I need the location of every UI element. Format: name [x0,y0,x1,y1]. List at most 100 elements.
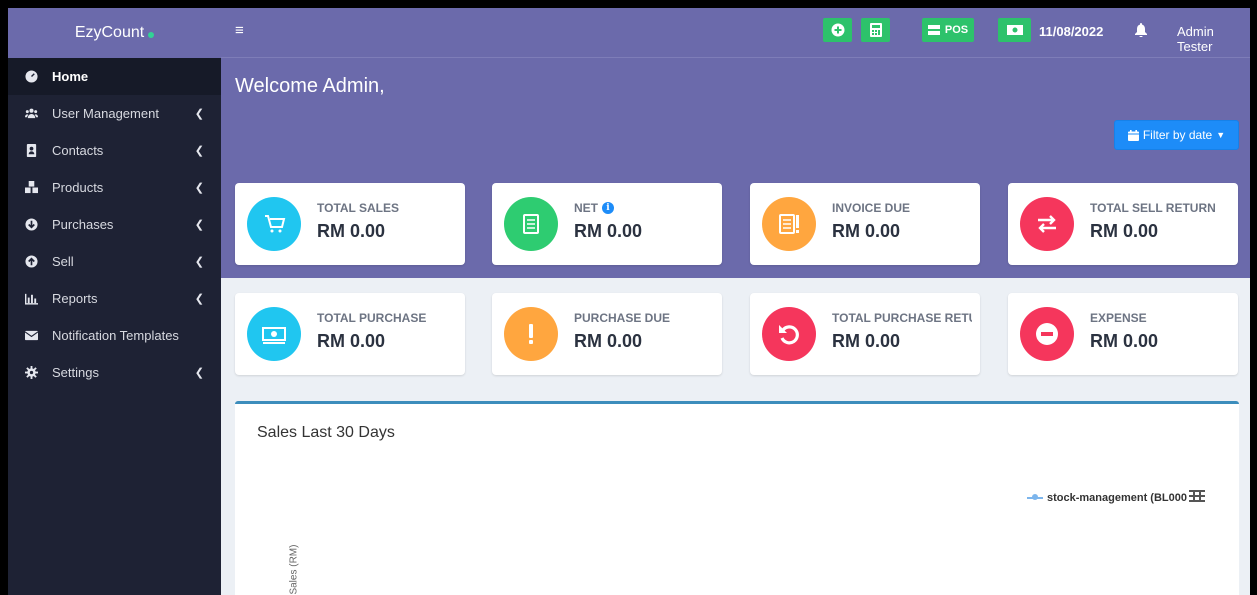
stat-card-total-sales: TOTAL SALES RM 0.00 [235,183,465,265]
chart-legend-item[interactable]: stock-management (BL000 [1027,492,1187,504]
sidebar-item-user-management[interactable]: User Management ❮ [8,95,221,132]
arrow-circle-up-icon [25,255,38,268]
stat-label-text: INVOICE DUE [832,201,911,215]
sidebar-item-label: Sell [52,254,74,269]
y-axis-label: Total Sales (RM) [288,544,300,595]
stat-value: RM 0.00 [317,331,386,351]
chevron-left-icon: ❮ [194,367,204,379]
users-icon [25,107,38,120]
exclamation-icon [504,307,558,361]
stat-value: RM 0.00 [1090,221,1159,241]
chevron-left-icon: ❮ [194,182,204,194]
stat-label-text: NET [574,201,598,215]
stat-value: RM 0.00 [574,331,643,351]
add-button[interactable] [823,18,852,42]
sidebar-item-label: Settings [52,365,99,380]
pos-icon [927,25,940,35]
dashboard-icon [25,70,38,83]
stat-label: INVOICE DUE [832,201,972,215]
sidebar-item-reports[interactable]: Reports ❮ [8,280,221,317]
stat-label: PURCHASE DUE [574,311,714,325]
money-bill-icon [1006,25,1023,35]
minus-circle-icon [1020,307,1074,361]
info-icon[interactable]: i [602,202,614,214]
plus-circle-icon [831,23,844,37]
stat-label: TOTAL PURCHASE [317,311,457,325]
chevron-left-icon: ❮ [194,145,204,157]
stat-card-total-purchase-return: TOTAL PURCHASE RETURN RM 0.00 [750,293,980,375]
stat-card-net: NET i RM 0.00 [492,183,722,265]
stat-label: TOTAL SELL RETURN [1090,201,1230,215]
address-book-icon [25,144,38,157]
cash-register-button[interactable] [998,18,1031,42]
stat-label: NET i [574,201,714,215]
calculator-icon [869,23,882,37]
stat-label-text: TOTAL SELL RETURN [1090,201,1216,215]
sidebar-item-label: Products [52,180,104,195]
stat-value: RM 0.00 [832,331,901,351]
app-frame: EzyCount Home User Management ❮ Contacts ❮ Pr… [8,8,1250,595]
stat-value: RM 0.00 [832,221,901,241]
sidebar-item-label: Contacts [52,143,104,158]
topbar: ≡ POS 11/08/2022 Admin Tester [221,8,1250,58]
chevron-left-icon: ❮ [194,108,204,120]
sidebar-item-products[interactable]: Products ❮ [8,169,221,206]
chevron-left-icon: ❮ [194,293,204,305]
sidebar-item-settings[interactable]: Settings ❮ [8,354,221,391]
money-icon [247,307,301,361]
pos-label: POS [944,24,969,36]
stat-card-purchase-due: PURCHASE DUE RM 0.00 [492,293,722,375]
sidebar-item-home[interactable]: Home [8,58,221,95]
stat-label-text: EXPENSE [1090,311,1147,325]
pos-button[interactable]: POS [922,18,974,42]
sidebar-item-purchases[interactable]: Purchases ❮ [8,206,221,243]
brand-name: EzyCount [74,24,145,41]
cart-icon [247,197,301,251]
filter-by-date-button[interactable]: Filter by date ▼ [1114,120,1239,150]
arrow-circle-down-icon [25,218,38,231]
sidebar-item-label: User Management [52,106,159,121]
legend-marker [1027,494,1043,500]
hamburger-menu-icon[interactable]: ≡ [235,22,244,39]
stat-label-text: TOTAL PURCHASE RETURN [832,311,972,325]
sidebar-item-label: Home [52,69,89,84]
calendar-icon [1127,129,1139,141]
brand-logo[interactable]: EzyCount [8,8,221,58]
stat-card-total-sell-return: TOTAL SELL RETURN RM 0.00 [1008,183,1238,265]
cog-icon [25,366,38,379]
invoice-alert-icon [762,197,816,251]
filter-label: Filter by date [1142,128,1213,142]
list-icon [504,197,558,251]
chart-title: Sales Last 30 Days [257,424,395,441]
online-dot [148,32,155,38]
sidebar-item-contacts[interactable]: Contacts ❮ [8,132,221,169]
stat-label-text: TOTAL SALES [317,201,400,215]
stat-card-invoice-due: INVOICE DUE RM 0.00 [750,183,980,265]
stat-label: EXPENSE [1090,311,1230,325]
bar-chart-icon [25,292,38,305]
chevron-left-icon: ❮ [194,256,204,268]
undo-icon [762,307,816,361]
stat-card-total-purchase: TOTAL PURCHASE RM 0.00 [235,293,465,375]
stat-card-expense: EXPENSE RM 0.00 [1008,293,1238,375]
sidebar-item-label: Purchases [52,217,114,232]
main-content: ≡ POS 11/08/2022 Admin Tester Welcome Ad… [221,8,1250,595]
sidebar-item-sell[interactable]: Sell ❮ [8,243,221,280]
stat-label: TOTAL PURCHASE RETURN [832,311,972,325]
stat-label: TOTAL SALES [317,201,457,215]
caret-down-icon: ▼ [1216,130,1226,140]
calculator-button[interactable] [861,18,890,42]
exchange-icon [1020,197,1074,251]
bell-icon[interactable] [1135,23,1147,37]
stat-value: RM 0.00 [574,221,643,241]
sidebar: EzyCount Home User Management ❮ Contacts ❮ Pr… [8,8,221,595]
sidebar-menu: Home User Management ❮ Contacts ❮ Products ❮ Pu… [8,58,221,391]
stat-value: RM 0.00 [1090,331,1159,351]
sidebar-item-notification-templates[interactable]: Notification Templates [8,317,221,354]
envelope-icon [25,329,38,342]
stat-label-text: TOTAL PURCHASE [317,311,427,325]
chart-menu-icon[interactable] [1189,490,1205,502]
current-date: 11/08/2022 [1039,24,1104,39]
user-menu[interactable]: Admin Tester [1177,24,1250,54]
sidebar-item-label: Reports [52,291,98,306]
